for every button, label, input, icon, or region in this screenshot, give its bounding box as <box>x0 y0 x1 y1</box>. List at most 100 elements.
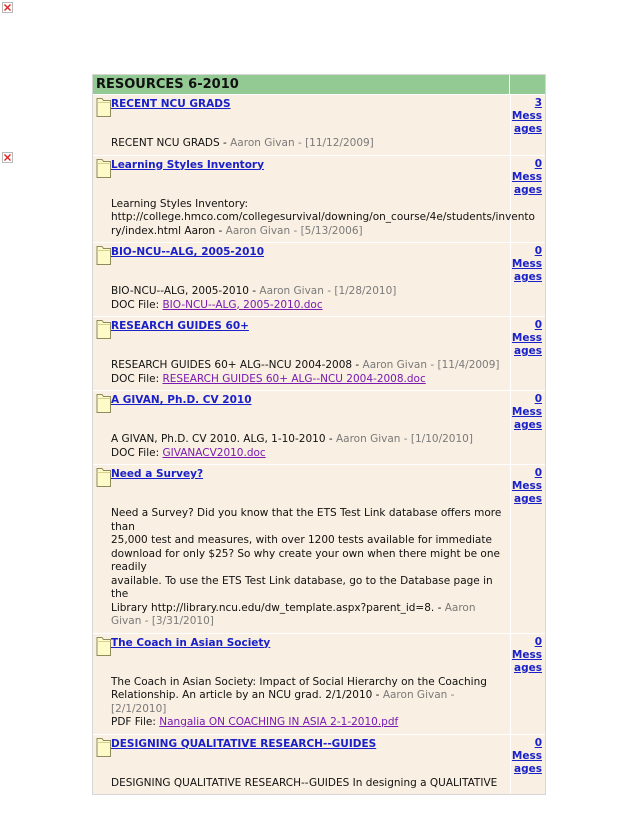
broken-image-icon <box>2 152 13 163</box>
message-count-label-line: Mess <box>511 480 542 492</box>
description-text: Relationship. An article by an NCU grad.… <box>111 689 383 701</box>
message-count-link[interactable]: 0 Mess ages <box>511 737 542 776</box>
resource-title-link[interactable]: Need a Survey? <box>111 465 510 505</box>
file-download-link[interactable]: BIO-NCU--ALG, 2005-2010.doc <box>162 299 322 311</box>
resource-row: DESIGNING QUALITATIVE RESEARCH--GUIDES D… <box>93 733 545 795</box>
file-type-label: DOC File: <box>111 298 163 311</box>
message-count-label-line: Mess <box>511 258 542 270</box>
message-count-label-line: Mess <box>511 110 542 122</box>
resource-title-link[interactable]: BIO-NCU--ALG, 2005-2010 <box>111 243 510 283</box>
file-download-link[interactable]: Nangalia ON COACHING IN ASIA 2-1-2010.pd… <box>159 716 398 728</box>
resource-title-link[interactable]: Learning Styles Inventory <box>111 156 510 196</box>
description-text: ry/index.html Aaron - <box>111 224 226 237</box>
message-count-link[interactable]: 3 Mess ages <box>511 97 542 136</box>
resource-row: The Coach in Asian Society The Coach in … <box>93 632 545 734</box>
resource-title-link[interactable]: RECENT NCU GRADS <box>111 95 510 135</box>
message-count: 0 <box>534 736 542 749</box>
message-count-label-line: Mess <box>511 406 542 418</box>
resource-main-cell: Learning Styles Inventory Learning Style… <box>93 156 535 243</box>
message-count-cell: 0 Mess ages <box>510 317 545 390</box>
description-text: DESIGNING QUALITATIVE RESEARCH--GUIDES I… <box>111 776 498 789</box>
resource-row: Need a Survey? Need a Survey? Did you kn… <box>93 464 545 633</box>
file-type-label: DOC File: <box>111 372 163 385</box>
message-count: 0 <box>534 157 542 170</box>
resource-list: RECENT NCU GRADS RECENT NCU GRADS - Aaro… <box>93 94 545 794</box>
resource-title-link[interactable]: A GIVAN, Ph.D. CV 2010 <box>111 391 510 431</box>
message-count-cell: 0 Mess ages <box>510 633 545 734</box>
resource-row: A GIVAN, Ph.D. CV 2010 A GIVAN, Ph.D. CV… <box>93 390 545 464</box>
message-count: 0 <box>534 635 542 648</box>
description-text: Need a Survey? Did you know that the ETS… <box>111 507 502 533</box>
resource-description: A GIVAN, Ph.D. CV 2010. ALG, 1-10-2010 -… <box>111 431 510 464</box>
resource-description: The Coach in Asian Society: Impact of So… <box>111 674 510 734</box>
description-text: BIO-NCU--ALG, 2005-2010 - <box>111 285 260 297</box>
resource-title-link[interactable]: DESIGNING QUALITATIVE RESEARCH--GUIDES <box>111 735 510 775</box>
resource-description: RESEARCH GUIDES 60+ ALG--NCU 2004-2008 -… <box>111 357 510 390</box>
message-count-label-line: Mess <box>511 332 542 344</box>
folder-icon <box>96 394 111 413</box>
author-date: Aaron Givan - [11/12/2009] <box>230 137 374 149</box>
message-count-link[interactable]: 0 Mess ages <box>511 319 542 358</box>
resource-description: BIO-NCU--ALG, 2005-2010 - Aaron Givan - … <box>111 283 510 316</box>
description-text: Library http://library.ncu.edu/dw_templa… <box>111 601 445 614</box>
message-count: 0 <box>534 467 542 479</box>
resource-main-cell: Need a Survey? Need a Survey? Did you kn… <box>93 465 510 633</box>
resource-title-link[interactable]: RESEARCH GUIDES 60+ <box>111 317 510 357</box>
message-count-cell: 0 Mess ages <box>510 465 545 633</box>
folder-icon <box>96 636 111 656</box>
message-count: 0 <box>534 245 542 257</box>
message-count-label-line: ages <box>514 183 542 196</box>
file-download-link[interactable]: GIVANACV2010.doc <box>162 447 265 459</box>
broken-image-icon <box>2 2 13 13</box>
message-count-link[interactable]: 0 Mess ages <box>511 158 542 197</box>
resource-description: Learning Styles Inventory: http://college… <box>111 196 535 243</box>
message-count-label-line: ages <box>514 345 542 357</box>
message-count: 3 <box>534 97 542 109</box>
author-date: Aaron Givan - [1/28/2010] <box>259 285 397 297</box>
header-count-cell <box>509 75 545 94</box>
resource-description: DESIGNING QUALITATIVE RESEARCH--GUIDES I… <box>111 775 510 795</box>
resource-main-cell: A GIVAN, Ph.D. CV 2010 A GIVAN, Ph.D. CV… <box>93 391 510 464</box>
message-count-link[interactable]: 0 Mess ages <box>511 467 542 506</box>
folder-icon <box>96 158 111 178</box>
resource-main-cell: BIO-NCU--ALG, 2005-2010 BIO-NCU--ALG, 20… <box>93 243 510 316</box>
folder-icon <box>96 246 111 265</box>
message-count-label-line: Mess <box>511 170 542 183</box>
message-count: 0 <box>534 319 542 331</box>
message-count-label-line: Mess <box>511 749 542 762</box>
resource-main-cell: RESEARCH GUIDES 60+ RESEARCH GUIDES 60+ … <box>93 317 510 390</box>
resource-row: BIO-NCU--ALG, 2005-2010 BIO-NCU--ALG, 20… <box>93 242 545 316</box>
file-download-link[interactable]: RESEARCH GUIDES 60+ ALG--NCU 2004-2008.d… <box>162 373 425 385</box>
message-count-cell: 0 Mess ages <box>510 734 545 794</box>
message-count-label-line: ages <box>514 419 542 431</box>
message-count-link[interactable]: 0 Mess ages <box>511 245 542 284</box>
description-text: Learning Styles Inventory: <box>111 197 249 210</box>
message-count-cell: 0 Mess ages <box>510 391 545 464</box>
folder-icon <box>96 737 111 757</box>
resource-main-cell: The Coach in Asian Society The Coach in … <box>93 634 510 734</box>
message-count-link[interactable]: 0 Mess ages <box>511 636 542 675</box>
message-count-label-line: ages <box>514 493 542 505</box>
message-count-link[interactable]: 0 Mess ages <box>511 393 542 432</box>
resources-table: RESOURCES 6-2010 RECENT NCU GRADS RECENT… <box>92 74 546 795</box>
description-text: The Coach in Asian Society: Impact of So… <box>111 675 487 688</box>
resource-description: Need a Survey? Did you know that the ETS… <box>111 505 510 633</box>
folder-icon <box>96 468 111 487</box>
resource-row: RESEARCH GUIDES 60+ RESEARCH GUIDES 60+ … <box>93 316 545 390</box>
description-text: RECENT NCU GRADS - <box>111 137 231 149</box>
message-count: 0 <box>534 393 542 405</box>
description-text: available. To use the ETS Test Link data… <box>111 574 493 601</box>
resource-row: RECENT NCU GRADS RECENT NCU GRADS - Aaro… <box>93 94 545 155</box>
description-text: RESEARCH GUIDES 60+ ALG--NCU 2004-2008 - <box>111 359 363 371</box>
resource-title-link[interactable]: The Coach in Asian Society <box>111 634 510 674</box>
resource-main-cell: DESIGNING QUALITATIVE RESEARCH--GUIDES D… <box>93 735 510 795</box>
description-text: http://college.hmco.com/collegesurvival/… <box>111 211 535 223</box>
message-count-label-line: ages <box>514 762 542 775</box>
author-date: Aaron Givan - [1/10/2010] <box>335 433 473 445</box>
message-count-label-line: Mess <box>511 648 542 661</box>
message-count-cell: 0 Mess ages <box>510 155 545 242</box>
folder-icon <box>96 320 111 339</box>
file-type-label: PDF File: <box>111 716 160 728</box>
author-date: Aaron Givan - [5/13/2006] <box>225 224 363 237</box>
resource-main-cell: RECENT NCU GRADS RECENT NCU GRADS - Aaro… <box>93 95 510 155</box>
